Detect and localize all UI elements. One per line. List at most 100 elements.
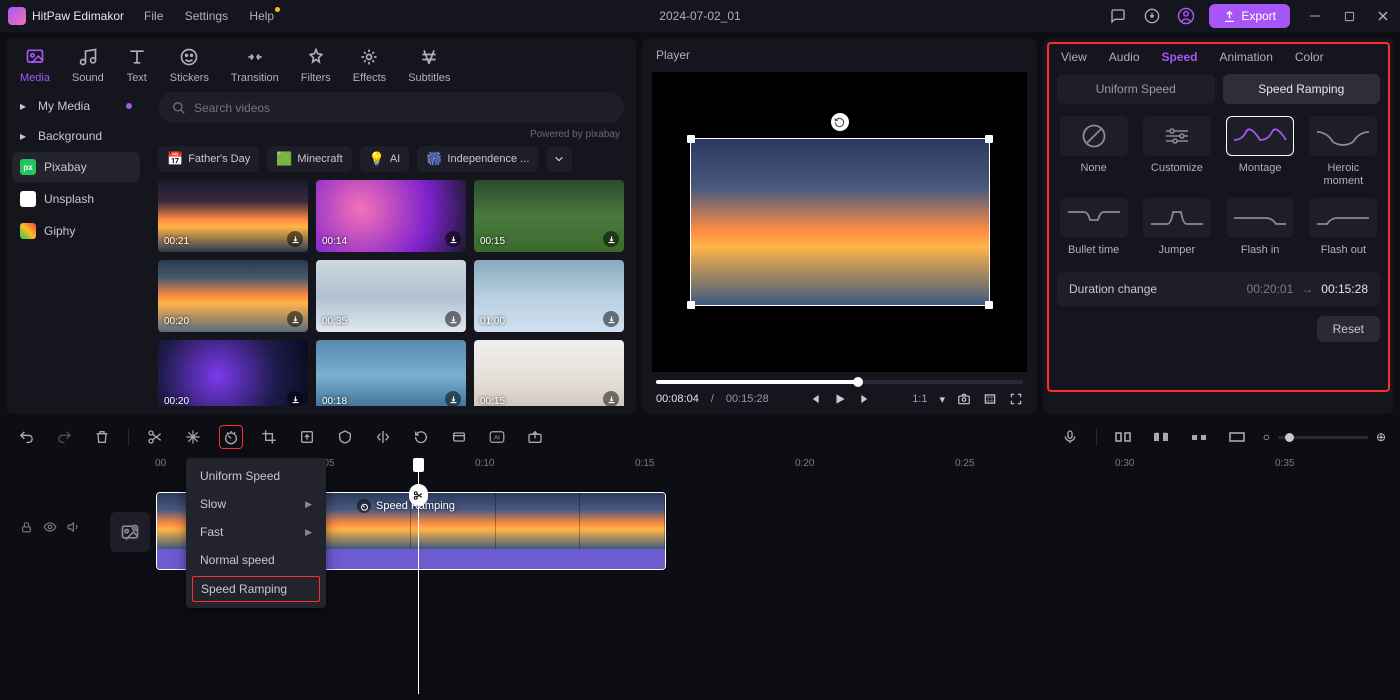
sidebar-item-giphy[interactable]: Giphy [12, 216, 140, 246]
snapshot-icon[interactable] [957, 392, 971, 406]
maximize-icon[interactable] [1340, 7, 1358, 25]
mirror-icon[interactable] [371, 425, 395, 449]
zoom-slider[interactable] [1278, 436, 1368, 439]
account-icon[interactable] [1175, 5, 1197, 27]
inspector-tab-speed[interactable]: Speed [1162, 50, 1198, 64]
timeline-ruler[interactable]: 000:050:100:150:200:250:300:35 [155, 458, 1400, 476]
preset-bullet[interactable]: Bullet time [1057, 198, 1130, 257]
search-field[interactable] [194, 101, 610, 115]
seek-bar[interactable] [656, 380, 1023, 384]
mode-uniform-speed[interactable]: Uniform Speed [1057, 74, 1215, 104]
redo-icon[interactable] [52, 425, 76, 449]
media-thumb[interactable]: 00:14 [316, 180, 466, 252]
zoom-in-icon[interactable]: ⊕ [1376, 430, 1386, 444]
tab-sound[interactable]: Sound [72, 46, 104, 84]
ctx-fast[interactable]: Fast▶ [186, 518, 326, 546]
aspect-ratio[interactable]: 1:1 [912, 393, 927, 405]
menu-file[interactable]: File [144, 9, 163, 23]
inspector-tab-animation[interactable]: Animation [1220, 50, 1273, 64]
resize-handle-ne[interactable] [985, 135, 993, 143]
media-thumb[interactable]: 00:18 [316, 340, 466, 406]
fullscreen-icon[interactable] [1009, 392, 1023, 406]
sidebar-item-unsplash[interactable]: Unsplash [12, 184, 140, 214]
undo-icon[interactable] [14, 425, 38, 449]
add-track-button[interactable] [110, 512, 150, 552]
marker3-icon[interactable] [1187, 425, 1211, 449]
rotate-icon[interactable] [409, 425, 433, 449]
tab-filters[interactable]: Filters [301, 46, 331, 84]
feedback-icon[interactable] [1107, 5, 1129, 27]
rotate-handle[interactable] [831, 113, 849, 131]
marker2-icon[interactable] [1149, 425, 1173, 449]
keyframe-icon[interactable] [447, 425, 471, 449]
download-icon[interactable] [603, 311, 619, 327]
menu-help[interactable]: Help [249, 9, 274, 23]
ai-icon[interactable]: AI [485, 425, 509, 449]
tag-ai[interactable]: 💡AI [360, 146, 410, 172]
download-icon[interactable] [445, 391, 461, 406]
download-icon[interactable] [603, 391, 619, 406]
next-frame-icon[interactable] [859, 392, 873, 406]
tab-effects[interactable]: Effects [353, 46, 386, 84]
prev-frame-icon[interactable] [807, 392, 821, 406]
tag-minecraft[interactable]: 🟩Minecraft [267, 146, 351, 172]
ctx-speed-ramping[interactable]: Speed Ramping [192, 576, 320, 602]
tab-transition[interactable]: Transition [231, 46, 279, 84]
player-canvas[interactable] [652, 72, 1027, 372]
preset-jumper[interactable]: Jumper [1140, 198, 1213, 257]
split-icon[interactable] [143, 425, 167, 449]
mode-speed-ramping[interactable]: Speed Ramping [1223, 74, 1381, 104]
tab-subtitles[interactable]: Subtitles [408, 46, 450, 84]
media-thumb[interactable]: 00:20 [158, 340, 308, 406]
download-icon[interactable] [287, 231, 303, 247]
tab-text[interactable]: Text [126, 46, 148, 84]
tag-fathers-day[interactable]: 📅Father's Day [158, 146, 259, 172]
playhead-split-icon[interactable] [409, 484, 428, 506]
preset-heroic[interactable]: Heroic moment [1307, 116, 1380, 188]
close-icon[interactable] [1374, 7, 1392, 25]
resize-handle-sw[interactable] [687, 301, 695, 309]
export-button[interactable]: Export [1209, 4, 1290, 28]
playhead-handle[interactable] [413, 458, 424, 472]
speed-icon[interactable] [219, 425, 243, 449]
lock-icon[interactable] [20, 521, 33, 534]
download-icon[interactable] [287, 391, 303, 406]
tag-more[interactable] [546, 146, 572, 172]
sidebar-item-background[interactable]: ▸Background [12, 122, 140, 150]
media-thumb[interactable]: 00:21 [158, 180, 308, 252]
ctx-uniform-speed[interactable]: Uniform Speed [186, 462, 326, 490]
media-thumb[interactable]: 00:20 [158, 260, 308, 332]
zoom-knob[interactable] [1285, 433, 1294, 442]
delete-icon[interactable] [90, 425, 114, 449]
preset-none[interactable]: None [1057, 116, 1130, 188]
resize-handle-nw[interactable] [687, 135, 695, 143]
media-thumb[interactable]: 01:00 [474, 260, 624, 332]
mask-icon[interactable] [333, 425, 357, 449]
inspector-tab-view[interactable]: View [1061, 50, 1087, 64]
tab-media[interactable]: Media [20, 46, 50, 84]
preset-montage[interactable]: Montage [1224, 116, 1297, 188]
search-input[interactable] [158, 92, 624, 123]
menu-settings[interactable]: Settings [185, 9, 228, 23]
play-icon[interactable] [833, 392, 847, 406]
media-thumb[interactable]: 00:15 [474, 340, 624, 406]
tab-stickers[interactable]: Stickers [170, 46, 209, 84]
download-icon[interactable] [445, 311, 461, 327]
ctx-normal-speed[interactable]: Normal speed [186, 546, 326, 574]
minimize-icon[interactable] [1306, 7, 1324, 25]
sidebar-item-pixabay[interactable]: pxPixabay [12, 152, 140, 182]
chevron-down-icon[interactable]: ▾ [939, 393, 945, 406]
preset-customize[interactable]: Customize [1140, 116, 1213, 188]
download-icon[interactable] [445, 231, 461, 247]
tag-independence[interactable]: 🎆Independence ... [417, 146, 538, 172]
marker1-icon[interactable] [1111, 425, 1135, 449]
freeze-icon[interactable] [181, 425, 205, 449]
ctx-slow[interactable]: Slow▶ [186, 490, 326, 518]
eye-icon[interactable] [43, 520, 57, 534]
media-thumb[interactable]: 00:15 [474, 180, 624, 252]
inspector-tab-audio[interactable]: Audio [1109, 50, 1140, 64]
preset-flashout[interactable]: Flash out [1307, 198, 1380, 257]
selected-clip-frame[interactable] [690, 138, 990, 306]
download-icon[interactable] [603, 231, 619, 247]
mute-icon[interactable] [67, 520, 81, 534]
